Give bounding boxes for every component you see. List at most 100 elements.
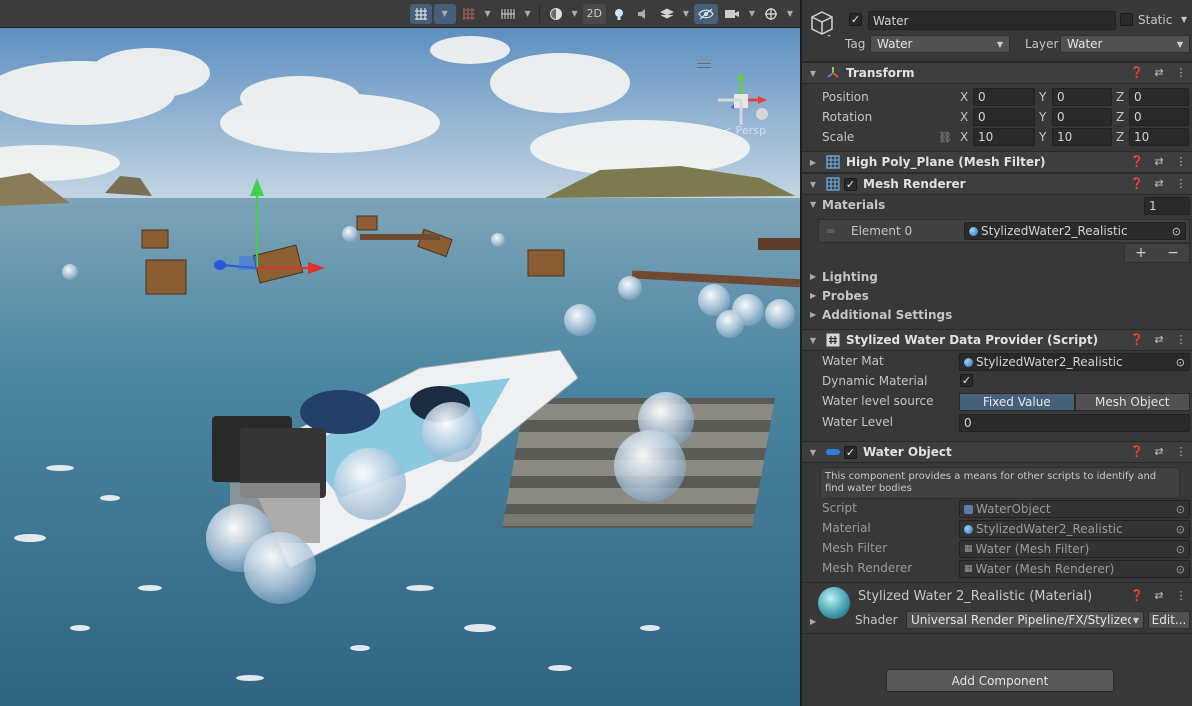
constrain-proportions-icon[interactable]: ⛓ [938, 131, 952, 144]
position-y-field[interactable]: 0 [1052, 88, 1112, 106]
orientation-gizmo-icon[interactable] [712, 70, 770, 132]
audio-toggle-icon[interactable] [632, 4, 654, 24]
object-picker-icon[interactable]: ⊙ [1176, 356, 1185, 369]
foldout-arrow-icon[interactable]: ▼ [806, 180, 820, 189]
tag-value: Water [877, 37, 913, 51]
help-icon[interactable]: ❓ [1130, 445, 1144, 458]
increment-snap-dropdown[interactable]: ▼ [522, 4, 534, 24]
more-options-icon[interactable]: ⋮ [1174, 445, 1188, 458]
materials-foldout-icon[interactable]: ▼ [810, 200, 816, 209]
element0-label: Element 0 [851, 224, 913, 238]
more-options-icon[interactable]: ⋮ [1174, 155, 1188, 168]
presets-icon[interactable]: ⇄ [1152, 66, 1166, 79]
increment-snap-icon[interactable] [496, 4, 520, 24]
object-picker-icon: ⊙ [1175, 502, 1185, 516]
rotation-y-field[interactable]: 0 [1052, 108, 1112, 126]
presets-icon[interactable]: ⇄ [1152, 445, 1166, 458]
scene-menu-icon[interactable] [697, 63, 711, 68]
grid-visibility-dropdown[interactable]: ▼ [482, 4, 494, 24]
foldout-arrow-icon[interactable]: ▼ [806, 336, 820, 345]
additional-settings-foldout[interactable]: Additional Settings [822, 308, 952, 322]
data-provider-body: Water Mat StylizedWater2_Realistic ⊙ Dyna… [802, 351, 1192, 441]
scene-view[interactable]: ▼ ▼ ▼ ▼ 2D ▼ ▼ ▼ < Persp [0, 0, 800, 706]
help-icon[interactable]: ❓ [1130, 155, 1144, 168]
presets-icon[interactable]: ⇄ [1152, 589, 1166, 602]
layer-label: Layer [1025, 37, 1059, 51]
gizmos-dropdown[interactable]: ▼ [784, 4, 796, 24]
rotation-z-field[interactable]: 0 [1129, 108, 1189, 126]
position-z-field[interactable]: 0 [1129, 88, 1189, 106]
foldout-arrow-icon[interactable]: ▶ [810, 272, 816, 281]
help-icon[interactable]: ❓ [1130, 177, 1144, 190]
drag-handle-icon[interactable]: ═ [827, 224, 834, 238]
presets-icon[interactable]: ⇄ [1152, 177, 1166, 190]
lighting-toggle-icon[interactable] [608, 4, 630, 24]
gameobject-name-input[interactable]: Water [868, 11, 1116, 30]
probes-foldout[interactable]: Probes [822, 289, 869, 303]
foldout-arrow-icon[interactable]: ▼ [806, 69, 820, 78]
shading-mode-dropdown[interactable]: ▼ [569, 4, 581, 24]
help-icon[interactable]: ❓ [1130, 333, 1144, 346]
scale-label: Scale [822, 130, 855, 144]
mesh-object-option[interactable]: Mesh Object [1074, 393, 1190, 411]
layer-dropdown[interactable]: Water ▼ [1060, 35, 1190, 53]
water-mat-field[interactable]: StylizedWater2_Realistic ⊙ [959, 353, 1190, 371]
element0-material-field[interactable]: StylizedWater2_Realistic ⊙ [964, 222, 1186, 240]
data-provider-header[interactable]: ▼ Stylized Water Data Provider (Script) … [802, 329, 1192, 351]
mesh-renderer-enabled-checkbox[interactable]: ✓ [844, 177, 857, 191]
materials-count-field[interactable]: 1 [1144, 197, 1190, 215]
foldout-arrow-icon[interactable]: ▶ [810, 291, 816, 300]
shading-mode-icon[interactable] [545, 4, 567, 24]
help-icon[interactable]: ❓ [1130, 589, 1144, 602]
scene-visibility-icon[interactable] [694, 3, 718, 24]
gameobject-active-checkbox[interactable]: ✓ [849, 13, 862, 26]
scale-z-field[interactable]: 10 [1129, 128, 1189, 146]
grid-snap-dropdown[interactable]: ▼ [433, 3, 456, 24]
mode-2d-toggle[interactable]: 2D [582, 3, 606, 24]
grid-visibility-icon[interactable] [458, 4, 480, 24]
material-label: Material [822, 521, 871, 535]
static-dropdown-caret[interactable]: ▼ [1181, 15, 1187, 24]
water-level-field[interactable]: 0 [959, 414, 1190, 432]
transform-header[interactable]: ▼ Transform ❓ ⇄ ⋮ [802, 62, 1192, 84]
object-picker-icon[interactable]: ⊙ [1172, 225, 1181, 238]
rotation-x-field[interactable]: 0 [973, 108, 1035, 126]
scale-y-field[interactable]: 10 [1052, 128, 1112, 146]
projection-label[interactable]: < Persp [723, 124, 766, 137]
more-options-icon[interactable]: ⋮ [1174, 177, 1188, 190]
edit-shader-button[interactable]: Edit... [1148, 611, 1190, 629]
mesh-renderer-header[interactable]: ▼ ✓ Mesh Renderer ❓ ⇄ ⋮ [802, 173, 1192, 195]
shader-dropdown[interactable]: Universal Render Pipeline/FX/Stylized Wa… [906, 611, 1144, 629]
grid-snap-icon[interactable] [409, 3, 432, 24]
add-component-button[interactable]: Add Component [886, 669, 1114, 692]
static-checkbox[interactable] [1120, 13, 1133, 26]
water-object-enabled-checkbox[interactable]: ✓ [844, 445, 857, 459]
fixed-value-option[interactable]: Fixed Value [959, 393, 1075, 411]
mesh-filter-header[interactable]: ▶ High Poly_Plane (Mesh Filter) ❓ ⇄ ⋮ [802, 151, 1192, 173]
foldout-arrow-icon[interactable]: ▶ [810, 310, 816, 319]
gizmos-icon[interactable] [760, 4, 782, 24]
more-options-icon[interactable]: ⋮ [1174, 589, 1188, 602]
presets-icon[interactable]: ⇄ [1152, 155, 1166, 168]
scene-viewport[interactable]: < Persp [0, 28, 800, 706]
dynamic-material-checkbox[interactable]: ✓ [960, 374, 973, 387]
presets-icon[interactable]: ⇄ [1152, 333, 1166, 346]
more-options-icon[interactable]: ⋮ [1174, 66, 1188, 79]
add-element-button[interactable]: + [1135, 245, 1147, 261]
material-field: StylizedWater2_Realistic ⊙ [959, 520, 1190, 538]
tag-dropdown[interactable]: Water ▼ [870, 35, 1010, 53]
camera-dropdown[interactable]: ▼ [746, 4, 758, 24]
effects-dropdown[interactable]: ▼ [680, 4, 692, 24]
foldout-arrow-icon[interactable]: ▶ [810, 617, 816, 626]
foldout-arrow-icon[interactable]: ▶ [806, 158, 820, 167]
effects-toggle-icon[interactable] [656, 4, 678, 24]
more-options-icon[interactable]: ⋮ [1174, 333, 1188, 346]
camera-icon[interactable] [720, 4, 744, 24]
help-icon[interactable]: ❓ [1130, 66, 1144, 79]
foldout-arrow-icon[interactable]: ▼ [806, 448, 820, 457]
remove-element-button[interactable]: − [1167, 245, 1179, 261]
lighting-foldout[interactable]: Lighting [822, 270, 878, 284]
scale-x-field[interactable]: 10 [973, 128, 1035, 146]
water-object-header[interactable]: ▼ ✓ Water Object ❓ ⇄ ⋮ [802, 441, 1192, 463]
position-x-field[interactable]: 0 [973, 88, 1035, 106]
